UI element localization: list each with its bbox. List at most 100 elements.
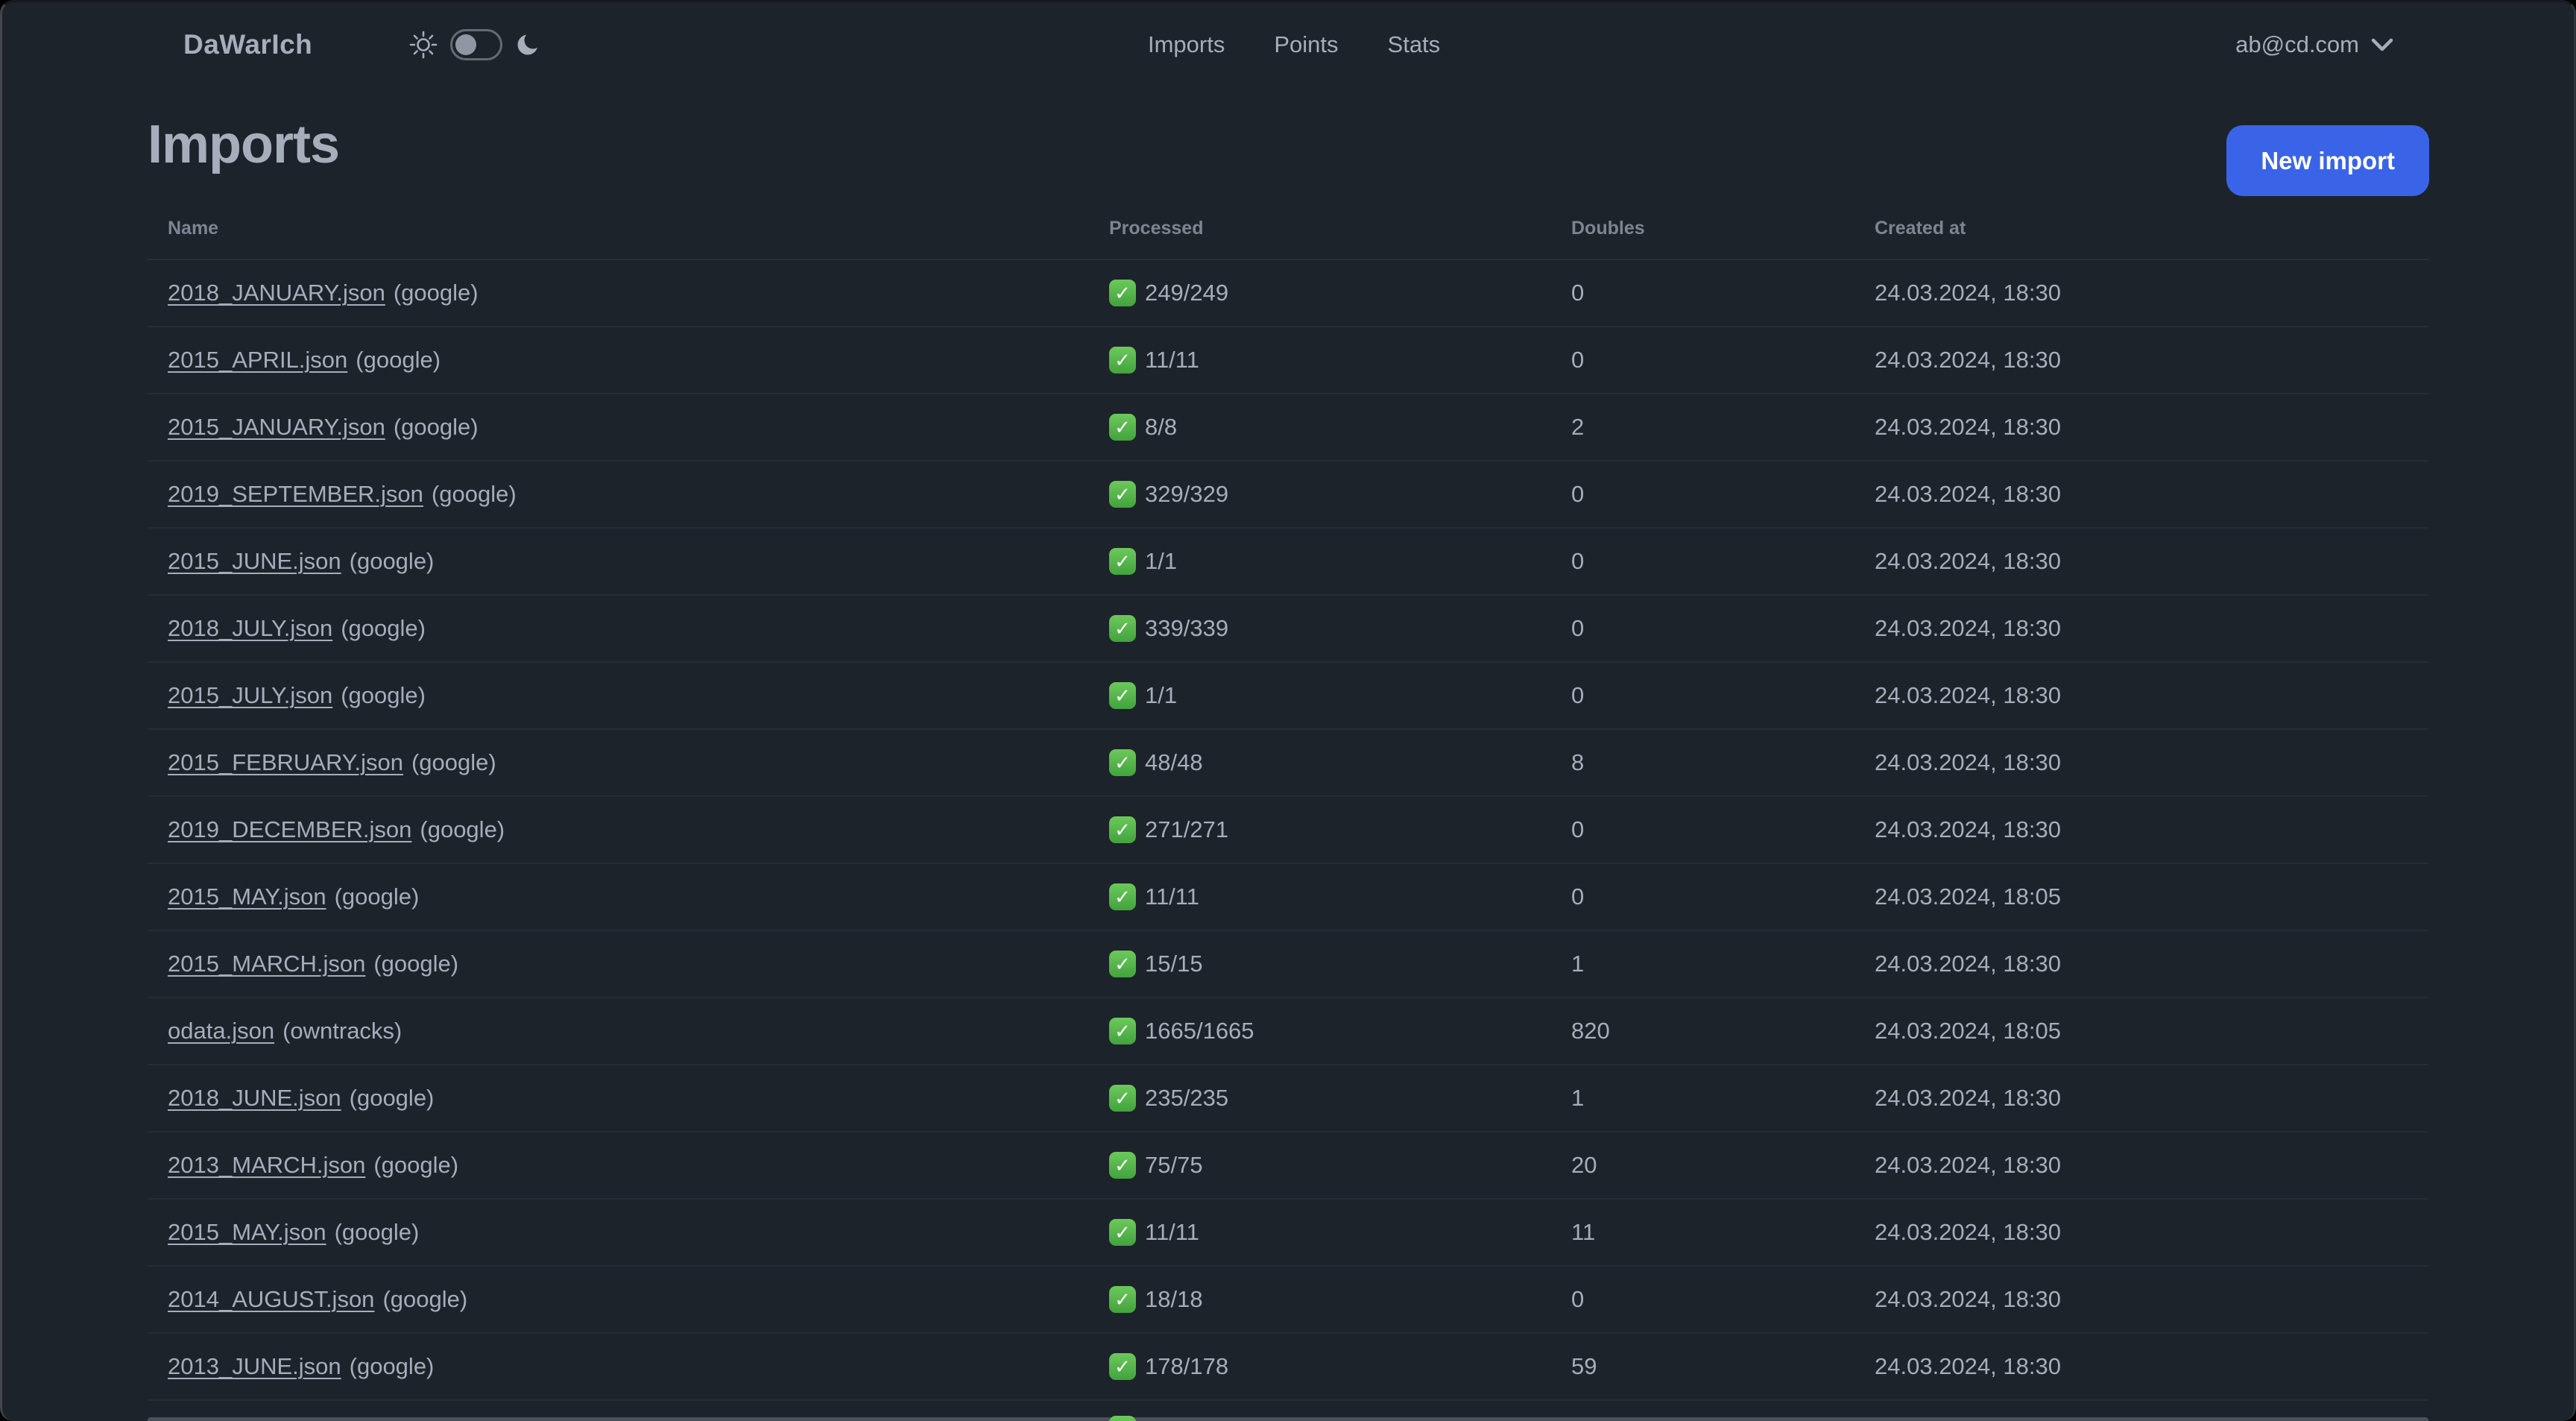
import-file-link[interactable]: 2015_JULY.json (168, 682, 332, 708)
import-file-link[interactable]: 2015_JUNE.json (168, 548, 341, 574)
created-at: 24.03.2024, 18:30 (1875, 951, 2061, 977)
doubles-count: 0 (1571, 615, 1585, 641)
created-at: 24.03.2024, 18:30 (1875, 414, 2061, 440)
processed-count: 271/271 (1145, 816, 1229, 842)
import-source: (google) (341, 682, 426, 708)
processed-cell: ✓ 11/11 (1109, 347, 1571, 374)
import-file-link[interactable]: 2018_JULY.json (168, 615, 332, 641)
theme-toggle-switch[interactable] (450, 29, 502, 60)
doubles-count: 0 (1571, 548, 1585, 574)
name-cell: 2015_MARCH.json (google) (168, 951, 1109, 977)
name-cell: 2015_MAY.json (google) (168, 883, 1109, 910)
app-window: DaWarIch Imports Points Stats ab@cd.com … (0, 0, 2576, 1421)
import-source: (google) (373, 951, 459, 977)
import-file-link[interactable]: 2015_MAY.json (168, 883, 326, 910)
name-cell: 2015_JULY.json (google) (168, 682, 1109, 709)
check-icon: ✓ (1109, 749, 1136, 776)
processed-cell: ✓ 8/8 (1109, 414, 1571, 441)
import-source: (google) (373, 1152, 459, 1178)
nav-imports[interactable]: Imports (1148, 31, 1225, 58)
app-header: DaWarIch Imports Points Stats ab@cd.com (2, 2, 2574, 87)
check-icon: ✓ (1109, 816, 1136, 843)
horizontal-scrollbar[interactable] (148, 1417, 2428, 1421)
doubles-count: 8 (1571, 749, 1585, 775)
created-at: 24.03.2024, 18:30 (1875, 749, 2061, 775)
import-source: (google) (431, 481, 517, 507)
import-file-link[interactable]: 2013_MARCH.json (168, 1152, 365, 1178)
created-at: 24.03.2024, 18:30 (1875, 682, 2061, 708)
table-row: 2019_SEPTEMBER.json (google) ✓ 329/329 0 … (148, 461, 2428, 529)
import-source: (google) (411, 749, 496, 775)
import-file-link[interactable]: 2018_JUNE.json (168, 1085, 341, 1111)
check-icon: ✓ (1109, 347, 1136, 374)
import-source: (google) (341, 615, 426, 641)
processed-count: 11/11 (1145, 883, 1199, 910)
import-file-link[interactable]: 2015_APRIL.json (168, 347, 347, 373)
created-at: 24.03.2024, 18:30 (1875, 1152, 2061, 1178)
nav-points[interactable]: Points (1274, 31, 1338, 58)
doubles-count: 0 (1571, 682, 1585, 708)
doubles-count: 0 (1571, 883, 1585, 910)
check-icon: ✓ (1109, 280, 1136, 306)
processed-count: 178/178 (1145, 1353, 1229, 1379)
doubles-count: 1 (1571, 1085, 1585, 1111)
import-file-link[interactable]: 2015_MAY.json (168, 1219, 326, 1245)
created-at: 24.03.2024, 18:30 (1875, 615, 2061, 641)
processed-cell: ✓ 18/18 (1109, 1286, 1571, 1313)
processed-count: 1/1 (1145, 682, 1178, 708)
processed-count: 48/48 (1145, 749, 1203, 775)
check-icon: ✓ (1109, 548, 1136, 575)
check-icon: ✓ (1109, 1353, 1136, 1380)
doubles-count: 59 (1571, 1353, 1597, 1379)
processed-count: 235/235 (1145, 1085, 1229, 1111)
processed-count: 18/18 (1145, 1286, 1203, 1312)
name-cell: 2014_AUGUST.json (google) (168, 1286, 1109, 1313)
new-import-button[interactable]: New import (2226, 125, 2429, 196)
theme-toggle-group (408, 2, 543, 87)
table-row: 2014_AUGUST.json (google) ✓ 18/18 0 24.03… (148, 1267, 2428, 1334)
processed-cell: ✓ 15/15 (1109, 951, 1571, 977)
import-file-link[interactable]: 2015_MARCH.json (168, 951, 365, 977)
table-row: 2019_DECEMBER.json (google) ✓ 271/271 0 2… (148, 797, 2428, 864)
nav-stats[interactable]: Stats (1388, 31, 1441, 58)
import-file-link[interactable]: 2018_JANUARY.json (168, 280, 385, 306)
import-file-link[interactable]: 2019_SEPTEMBER.json (168, 481, 423, 507)
created-at: 24.03.2024, 18:05 (1875, 883, 2061, 910)
created-at: 24.03.2024, 18:30 (1875, 548, 2061, 574)
created-at: 24.03.2024, 18:30 (1875, 1085, 2061, 1111)
processed-cell: ✓ 1/1 (1109, 682, 1571, 709)
name-cell: 2015_APRIL.json (google) (168, 347, 1109, 374)
import-file-link[interactable]: 2015_JANUARY.json (168, 414, 385, 440)
import-file-link[interactable]: 2013_JUNE.json (168, 1353, 341, 1379)
import-source: (google) (393, 280, 479, 306)
check-icon: ✓ (1109, 1018, 1136, 1045)
created-at: 24.03.2024, 18:30 (1875, 1286, 2061, 1312)
toggle-knob (455, 34, 476, 55)
table-row: 2015_JULY.json (google) ✓ 1/1 0 24.03.202… (148, 663, 2428, 730)
name-cell: 2013_JUNE.json (google) (168, 1353, 1109, 1380)
import-file-link[interactable]: odata.json (168, 1018, 274, 1044)
processed-count: 329/329 (1145, 481, 1229, 507)
page-title: Imports (148, 115, 340, 174)
processed-cell: ✓ 249/249 (1109, 280, 1571, 306)
import-source: (google) (382, 1286, 468, 1312)
import-file-link[interactable]: 2015_FEBRUARY.json (168, 749, 403, 775)
name-cell: 2018_JULY.json (google) (168, 615, 1109, 642)
processed-cell: ✓ 1/1 (1109, 548, 1571, 575)
processed-count: 11/11 (1145, 1219, 1199, 1245)
processed-count: 339/339 (1145, 615, 1229, 641)
check-icon: ✓ (1109, 615, 1136, 642)
import-file-link[interactable]: 2014_AUGUST.json (168, 1286, 374, 1312)
user-email: ab@cd.com (2235, 31, 2359, 57)
user-menu[interactable]: ab@cd.com (2235, 2, 2395, 87)
processed-cell: ✓ 1665/1665 (1109, 1018, 1571, 1045)
processed-count: 75/75 (1145, 1152, 1203, 1178)
table-row: 2018_JUNE.json (google) ✓ 235/235 1 24.03… (148, 1065, 2428, 1132)
table-row: 2018_JULY.json (google) ✓ 339/339 0 24.03… (148, 596, 2428, 663)
processed-cell: ✓ 329/329 (1109, 481, 1571, 508)
name-cell: 2015_MAY.json (google) (168, 1219, 1109, 1246)
app-logo[interactable]: DaWarIch (183, 2, 312, 87)
import-file-link[interactable]: 2019_DECEMBER.json (168, 816, 411, 842)
table-row: 2015_MAY.json (google) ✓ 11/11 0 24.03.20… (148, 864, 2428, 931)
check-icon: ✓ (1109, 883, 1136, 910)
